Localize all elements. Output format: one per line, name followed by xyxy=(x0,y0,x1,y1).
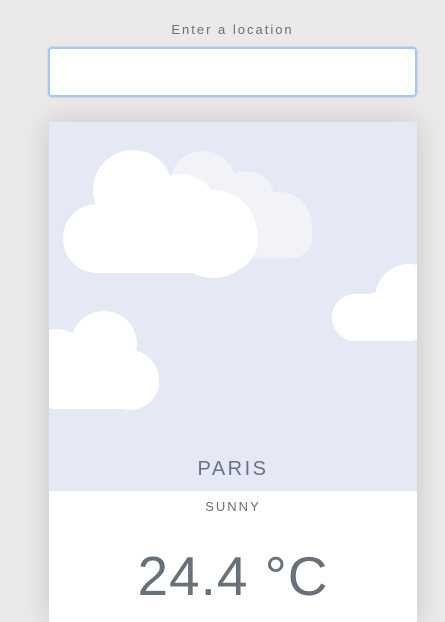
weather-card: PARIS SUNNY 24.4 °C xyxy=(49,122,417,622)
sky-illustration xyxy=(49,150,417,410)
sky-panel: PARIS xyxy=(49,122,417,491)
left-cloud-icon xyxy=(49,311,159,410)
location-label: Enter a location xyxy=(171,22,294,37)
weather-condition: SUNNY xyxy=(205,499,261,514)
location-input[interactable] xyxy=(48,47,417,97)
right-cloud-icon xyxy=(332,264,417,341)
city-name: PARIS xyxy=(197,458,269,480)
temperature-value: 24.4 °C xyxy=(137,545,329,607)
